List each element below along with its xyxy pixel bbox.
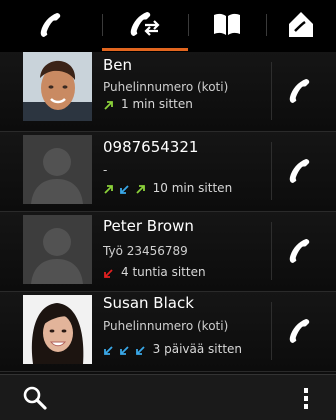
phone-icon <box>289 79 310 103</box>
avatar <box>23 295 92 364</box>
phone-icon <box>40 13 61 37</box>
contact-number-type: Puhelinnumero (koti) <box>103 80 229 94</box>
tab-bar <box>0 0 336 52</box>
contact-name: Peter Brown <box>103 217 194 235</box>
outgoing-call-icon <box>136 184 145 194</box>
outgoing-call-icon <box>104 100 113 110</box>
call-button[interactable] <box>280 148 320 194</box>
incoming-call-icon <box>104 345 113 355</box>
contact-name: 0987654321 <box>103 138 199 156</box>
call-type-icons <box>103 343 147 357</box>
call-button[interactable] <box>280 228 320 274</box>
call-meta: 1 min sitten <box>103 97 193 112</box>
contact-number-type: Työ 23456789 <box>103 244 188 258</box>
missed-call-icon <box>104 268 113 278</box>
incoming-call-icon <box>135 345 145 355</box>
call-log-row[interactable]: Ben Puhelinnumero (koti) 1 min sitten <box>0 52 336 132</box>
phone-icon <box>289 319 310 343</box>
row-divider <box>271 222 272 280</box>
avatar-placeholder <box>23 135 92 204</box>
call-time: 3 päivää sitten <box>152 342 243 356</box>
tab-call-log[interactable] <box>102 0 188 48</box>
call-button[interactable] <box>280 68 320 114</box>
overflow-menu-button[interactable] <box>296 385 316 413</box>
call-meta: 3 päivää sitten <box>103 342 242 357</box>
outgoing-call-icon <box>104 184 113 194</box>
call-type-icons <box>103 266 115 280</box>
call-type-icons <box>103 182 147 196</box>
call-time: 1 min sitten <box>121 97 193 111</box>
contact-name: Ben <box>103 56 133 74</box>
tab-home[interactable] <box>266 0 336 48</box>
overflow-menu-icon <box>304 388 308 409</box>
row-divider <box>271 62 272 120</box>
selected-tab-indicator <box>102 48 188 51</box>
tab-contacts[interactable] <box>188 0 266 48</box>
call-log-list[interactable]: Ben Puhelinnumero (koti) 1 min sitten 09… <box>0 52 336 374</box>
call-log-icon <box>130 12 160 36</box>
phone-icon <box>289 159 310 183</box>
call-type-icons <box>103 98 115 112</box>
call-time: 4 tuntia sitten <box>121 265 206 279</box>
call-button[interactable] <box>280 308 320 354</box>
search-button[interactable] <box>22 385 48 411</box>
call-log-row[interactable]: Susan Black Puhelinnumero (koti) 3 päivä… <box>0 292 336 372</box>
call-log-row[interactable]: Peter Brown Työ 23456789 4 tuntia sitten <box>0 212 336 292</box>
search-icon <box>23 386 47 410</box>
avatar <box>23 52 92 121</box>
contact-number-type: - <box>103 163 108 177</box>
bottom-action-bar <box>0 374 336 420</box>
contact-number-type: Puhelinnumero (koti) <box>103 319 229 333</box>
call-meta: 10 min sitten <box>103 181 232 196</box>
phone-icon <box>289 239 310 263</box>
tab-dialer[interactable] <box>0 0 102 48</box>
row-divider <box>271 302 272 360</box>
call-time: 10 min sitten <box>152 181 233 195</box>
avatar-placeholder <box>23 215 92 284</box>
book-icon <box>214 13 240 35</box>
row-divider <box>271 142 272 200</box>
incoming-call-icon <box>119 345 129 355</box>
incoming-call-icon <box>119 184 129 194</box>
contact-name: Susan Black <box>103 294 194 312</box>
call-log-row[interactable]: 0987654321 - 10 min sitten <box>0 132 336 212</box>
home-icon <box>289 12 313 37</box>
call-meta: 4 tuntia sitten <box>103 265 206 280</box>
